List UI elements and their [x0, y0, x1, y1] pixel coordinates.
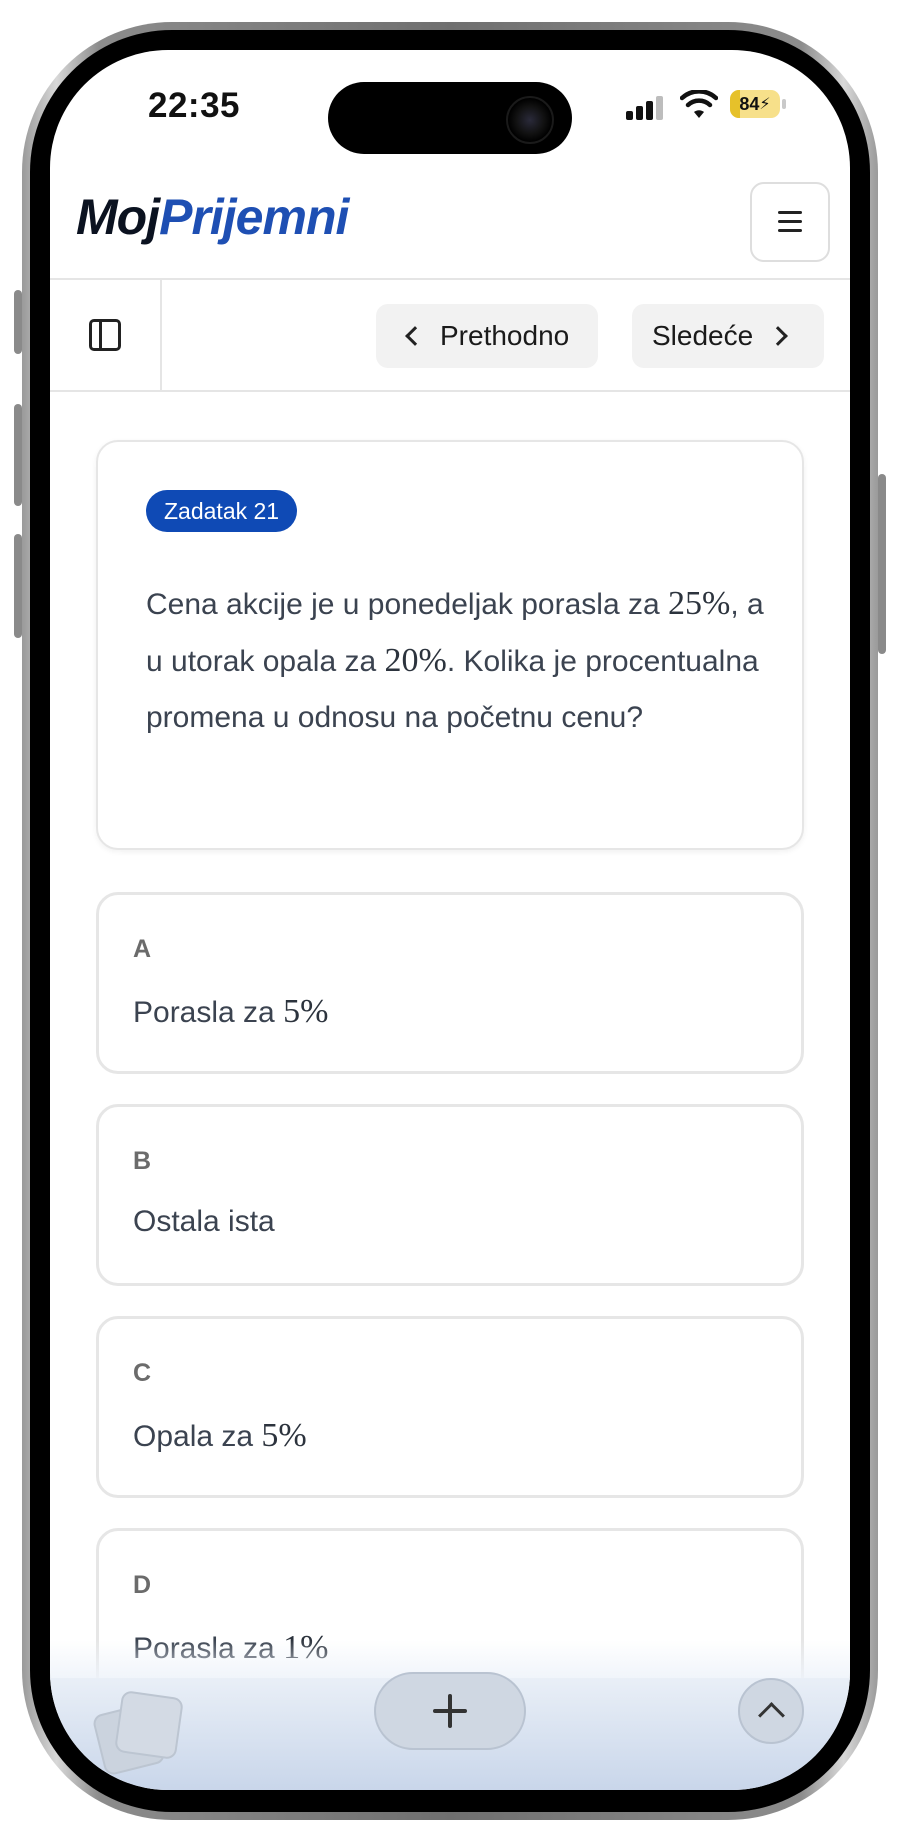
sidebar-icon [89, 319, 121, 351]
answer-option-a[interactable]: A Porasla za 5% [96, 892, 804, 1074]
battery-icon: 84 ⚡ [730, 90, 780, 118]
screen: 22:35 84 ⚡ MojPrijemni Prethodno Sledeće… [50, 50, 850, 1790]
answer-option-c[interactable]: C Opala za 5% [96, 1316, 804, 1498]
volume-down-button [14, 534, 22, 638]
answer-option-b[interactable]: B Ostala ista [96, 1104, 804, 1286]
menu-button[interactable] [750, 182, 830, 262]
new-tab-button[interactable] [374, 1672, 526, 1750]
power-button [878, 474, 886, 654]
question-text: Cena akcije je u ponedeljak porasla za 2… [146, 585, 764, 734]
action-button [14, 290, 22, 354]
scroll-up-button[interactable] [738, 1678, 804, 1744]
question-toolbar: Prethodno Sledeće [50, 280, 850, 392]
math-value: 25% [668, 585, 731, 622]
question-card: Zadatak 21 Cena akcije je u ponedeljak p… [96, 440, 804, 850]
option-letter: D [133, 1571, 152, 1599]
hamburger-icon [778, 211, 802, 233]
option-letter: B [133, 1147, 152, 1175]
plus-icon [433, 1694, 467, 1728]
dynamic-island [328, 82, 572, 154]
chevron-left-icon [405, 326, 425, 346]
camera-icon [506, 96, 554, 144]
option-letter: C [133, 1359, 152, 1387]
option-text: Opala za 5% [133, 1417, 307, 1454]
math-value: 20% [384, 642, 447, 679]
volume-up-button [14, 404, 22, 506]
battery-nub [782, 99, 786, 109]
cellular-signal-icon [626, 94, 666, 120]
site-header: MojPrijemni [50, 168, 850, 280]
previous-button[interactable]: Prethodno [376, 304, 598, 368]
chevron-right-icon [768, 326, 789, 346]
option-letter: A [133, 935, 152, 963]
battery-level: 84 [739, 93, 760, 114]
option-text: Porasla za 5% [133, 993, 329, 1030]
next-button[interactable]: Sledeće [632, 304, 824, 368]
option-text: Ostala ista [133, 1205, 275, 1238]
sidebar-toggle-button[interactable] [50, 280, 162, 390]
site-logo[interactable]: MojPrijemni [76, 188, 349, 246]
tabs-icon[interactable] [91, 1689, 185, 1784]
next-label: Sledeće [652, 320, 754, 351]
task-badge: Zadatak 21 [146, 490, 298, 532]
chevron-up-icon [757, 1701, 785, 1729]
wifi-icon [680, 90, 718, 118]
status-time: 22:35 [148, 86, 241, 125]
previous-label: Prethodno [440, 320, 570, 351]
